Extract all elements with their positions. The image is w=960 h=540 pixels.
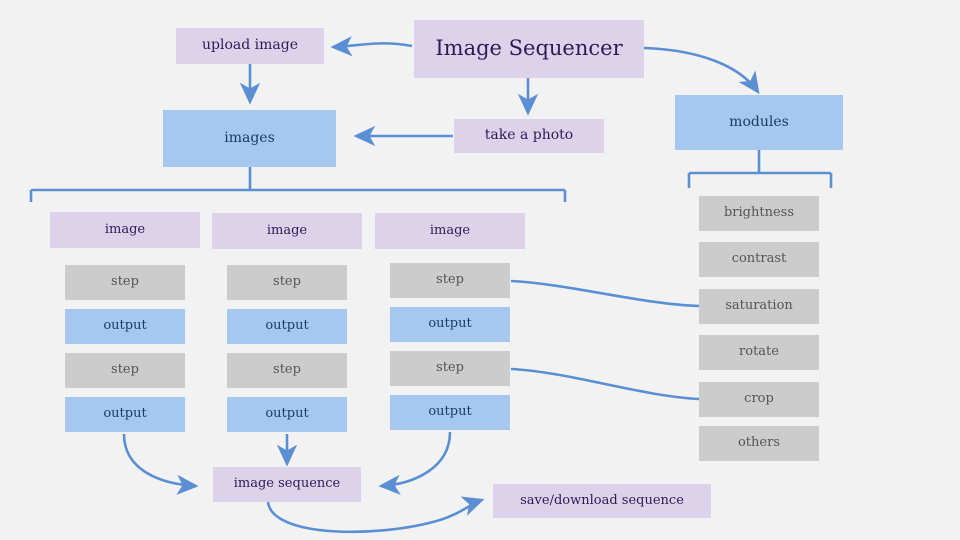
node-label: step [273, 362, 301, 378]
node-take-a-photo[interactable]: take a photo [454, 119, 604, 153]
node-label: step [111, 362, 139, 378]
node-label: output [103, 406, 147, 422]
edge-col1-output-to-image-sequence [122, 433, 199, 496]
edge-step-to-saturation [510, 279, 700, 308]
node-label: others [737, 435, 780, 451]
node-label: image [104, 221, 146, 237]
edge-root-to-upload-image [330, 36, 413, 57]
node-column-1-step-2[interactable]: step [65, 353, 185, 388]
node-module-others[interactable]: others [699, 426, 819, 461]
node-column-1-output-1[interactable]: output [65, 309, 185, 344]
node-image-sequence[interactable]: image sequence [213, 467, 361, 502]
node-upload-image[interactable]: upload image [176, 28, 324, 64]
node-module-crop[interactable]: crop [699, 382, 819, 417]
node-label: step [111, 274, 139, 290]
node-column-2-output-2[interactable]: output [227, 397, 347, 432]
node-column-2-step-1[interactable]: step [227, 265, 347, 300]
node-label: output [428, 316, 472, 332]
node-label: Image Sequencer [435, 36, 623, 61]
node-label: output [428, 404, 472, 420]
node-column-3-step-2[interactable]: step [390, 351, 510, 386]
node-label: brightness [723, 205, 795, 221]
node-module-contrast[interactable]: contrast [699, 242, 819, 277]
node-column-2-output-1[interactable]: output [227, 309, 347, 344]
node-column-3-step-1[interactable]: step [390, 263, 510, 298]
node-modules[interactable]: modules [675, 95, 843, 150]
node-label: save/download sequence [520, 492, 684, 508]
edge-col3-output-to-image-sequence [378, 431, 452, 495]
node-label: images [224, 129, 275, 146]
node-label: step [436, 360, 464, 376]
node-module-rotate[interactable]: rotate [699, 335, 819, 370]
node-label: rotate [739, 344, 779, 360]
node-label: image sequence [233, 476, 341, 492]
node-column-3-output-2[interactable]: output [390, 395, 510, 430]
node-label: output [103, 318, 147, 334]
flowchart-canvas: Image Sequencer upload image take a phot… [0, 0, 960, 540]
node-label: step [273, 274, 301, 290]
node-label: crop [744, 391, 774, 407]
node-column-1-output-2[interactable]: output [65, 397, 185, 432]
node-column-2-step-2[interactable]: step [227, 353, 347, 388]
node-label: contrast [731, 251, 787, 267]
node-column-3-image[interactable]: image [375, 213, 525, 249]
node-label: take a photo [484, 127, 574, 144]
node-column-1-step-1[interactable]: step [65, 265, 185, 300]
node-column-2-image[interactable]: image [212, 213, 362, 249]
node-column-1-image[interactable]: image [50, 212, 200, 248]
edge-step-to-crop [510, 367, 700, 401]
node-save-download-sequence[interactable]: save/download sequence [493, 484, 711, 518]
node-module-brightness[interactable]: brightness [699, 196, 819, 231]
node-label: upload image [202, 37, 298, 54]
node-images[interactable]: images [163, 110, 336, 167]
node-label: step [436, 272, 464, 288]
node-label: image [429, 222, 471, 238]
node-image-sequencer[interactable]: Image Sequencer [414, 20, 644, 78]
edge-image-sequence-to-save-download [266, 496, 485, 534]
node-label: output [265, 406, 309, 422]
node-label: output [265, 318, 309, 334]
node-module-saturation[interactable]: saturation [699, 289, 819, 324]
node-column-3-output-1[interactable]: output [390, 307, 510, 342]
node-label: saturation [725, 298, 793, 314]
node-label: modules [729, 113, 789, 130]
edge-root-to-modules [643, 46, 760, 95]
node-label: image [266, 222, 308, 238]
